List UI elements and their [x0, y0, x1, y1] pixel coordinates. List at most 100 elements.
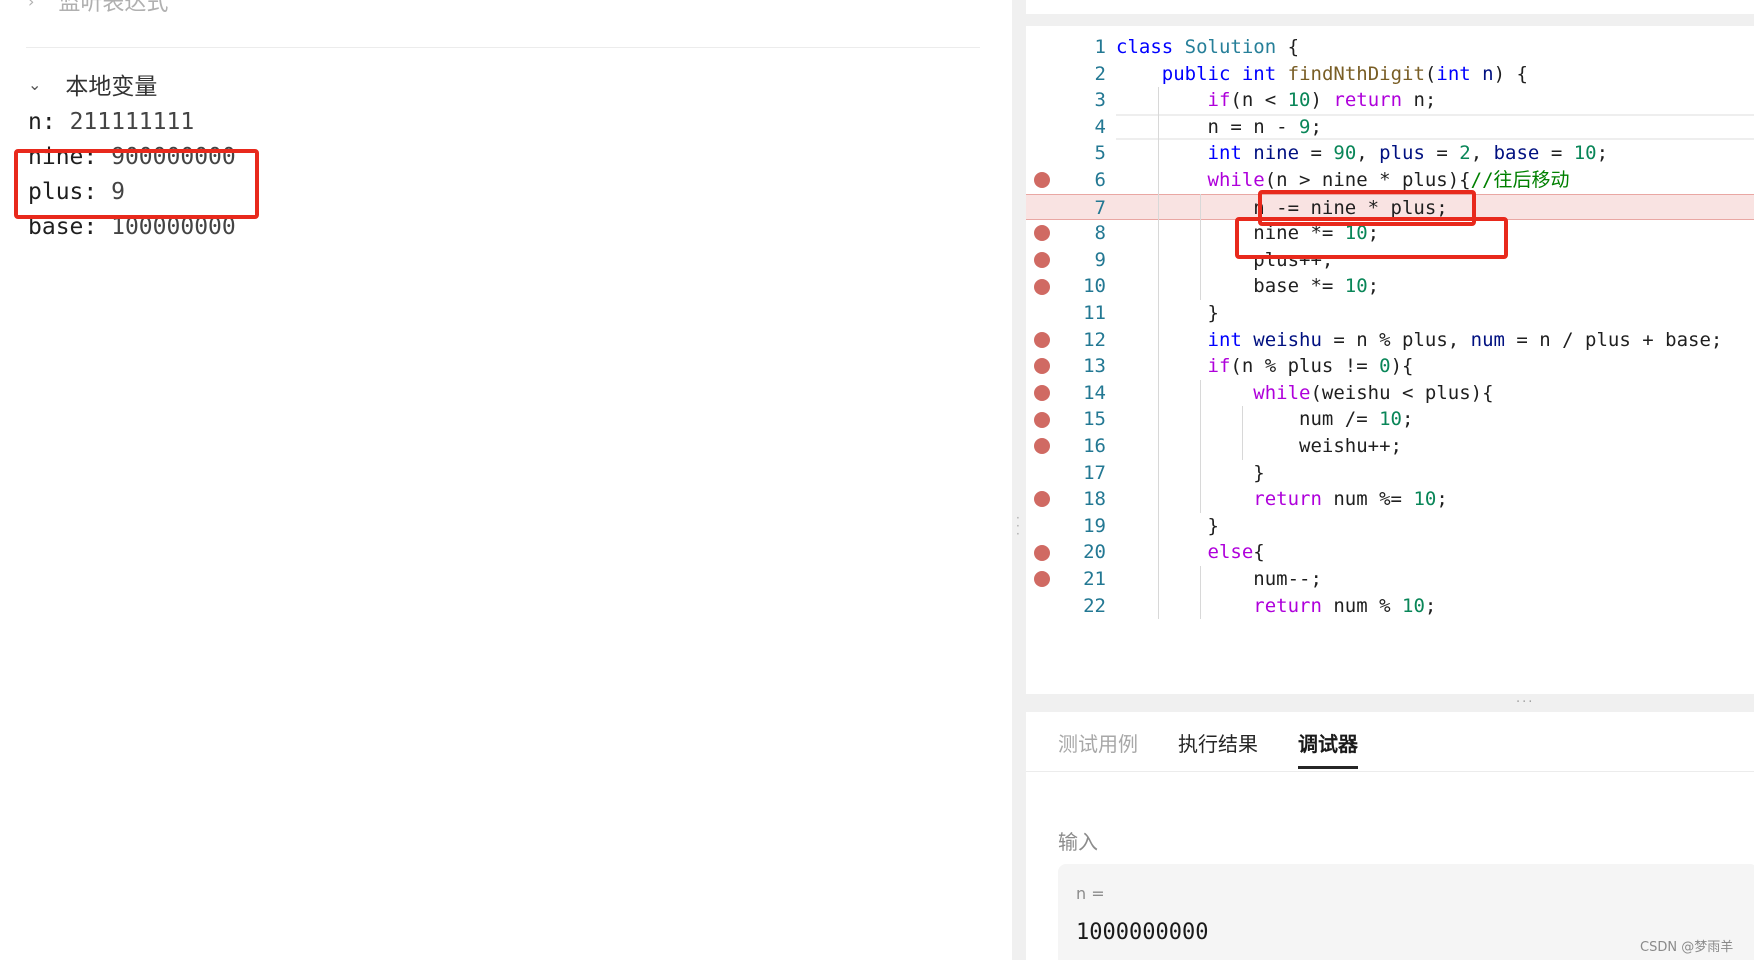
breakpoint-icon[interactable] [1034, 544, 1050, 561]
code-line[interactable]: 15 num /= 10; [1026, 406, 1754, 433]
code-line[interactable]: 11 } [1026, 300, 1754, 327]
code-token: num--; [1116, 568, 1322, 590]
code-token: ) { [1493, 62, 1528, 85]
code-line[interactable]: 10 base *= 10; [1026, 273, 1754, 300]
tab-debugger[interactable]: 调试器 [1298, 728, 1358, 769]
code-token: n [1482, 62, 1494, 85]
code-line[interactable]: 4 n = n - 9; [1026, 113, 1754, 141]
tab-test-cases[interactable]: 测试用例 [1058, 728, 1138, 762]
code-token: ; [1596, 142, 1609, 165]
code-token: while [1253, 381, 1311, 404]
code-line[interactable]: 21 num--; [1026, 566, 1754, 593]
indent-guide [1242, 406, 1243, 460]
line-number: 6 [1094, 169, 1106, 191]
code-token: ; [1367, 275, 1380, 298]
variable-row-n[interactable]: n: 211111111 [28, 105, 194, 139]
code-token: 10 [1379, 408, 1402, 431]
code-text: return num %= 10; [1116, 486, 1448, 513]
code-token: findNthDigit [1287, 62, 1425, 85]
code-line[interactable]: 22 return num % 10; [1026, 593, 1754, 620]
line-number: 15 [1083, 408, 1106, 431]
breakpoint-icon[interactable] [1034, 225, 1050, 242]
breakpoint-icon[interactable] [1034, 571, 1050, 588]
bottom-panel: 测试用例 执行结果 调试器 输入 n = 1000000000 [1026, 712, 1754, 960]
code-line[interactable]: 1 class Solution { [1026, 34, 1754, 61]
pane-splitter[interactable]: · · · [1012, 0, 1026, 960]
code-line[interactable]: 13 if(n % plus != 0){ [1026, 353, 1754, 380]
breakpoint-icon[interactable] [1034, 172, 1050, 189]
breakpoint-icon[interactable] [1034, 278, 1050, 295]
breakpoint-icon[interactable] [1034, 252, 1050, 269]
code-line[interactable]: 20 else{ [1026, 539, 1754, 566]
code-token: 10 [1287, 89, 1311, 112]
code-token: { [1276, 36, 1300, 58]
line-number: 21 [1083, 568, 1106, 590]
code-token: class [1116, 36, 1174, 58]
code-token: (n > nine * plus){ [1264, 169, 1471, 191]
code-token: int [1436, 62, 1471, 85]
code-text: if(n % plus != 0){ [1116, 353, 1414, 380]
code-text: num--; [1116, 566, 1322, 593]
code-text: int weishu = n % plus, num = n / plus + … [1116, 327, 1723, 354]
code-line[interactable]: 3 if(n < 10) return n; [1026, 87, 1754, 114]
code-token: (n < [1230, 89, 1288, 112]
code-token: num %= [1321, 488, 1414, 511]
code-editor[interactable]: 1 class Solution {2 public int findNthDig… [1026, 26, 1754, 694]
code-token: (n % plus != [1230, 355, 1380, 378]
code-line[interactable]: 14 while(weishu < plus){ [1026, 380, 1754, 407]
code-text: } [1116, 460, 1264, 487]
code-token: 2 [1459, 142, 1471, 165]
local-variables-section[interactable]: ⌄ 本地变量 [28, 68, 157, 100]
variable-name: n: [28, 109, 56, 135]
input-title: 输入 [1058, 830, 1098, 854]
code-token: ; [1436, 488, 1448, 511]
code-line[interactable]: 12 int weishu = n % plus, num = n / plus… [1026, 327, 1754, 354]
watch-expressions-label: 监听表达式 [58, 0, 169, 16]
code-line[interactable]: 17 } [1026, 460, 1754, 487]
code-token: n = n - [1116, 115, 1300, 138]
input-param-value: 1000000000 [1076, 920, 1209, 945]
code-token: (weishu < plus){ [1310, 381, 1494, 404]
code-line[interactable]: 18 return num %= 10; [1026, 486, 1754, 513]
line-number: 4 [1094, 115, 1106, 138]
section-divider [26, 47, 980, 48]
code-text: num /= 10; [1116, 406, 1413, 433]
breakpoint-icon[interactable] [1034, 411, 1050, 428]
annotation-box-current-line [1235, 217, 1508, 259]
line-number: 22 [1083, 594, 1106, 617]
code-line[interactable]: 2 public int findNthDigit(int n) { [1026, 61, 1754, 88]
code-token: num % [1321, 594, 1402, 617]
breakpoint-icon[interactable] [1034, 331, 1050, 348]
code-text: class Solution { [1116, 34, 1299, 61]
line-number: 12 [1083, 328, 1106, 351]
line-number: 17 [1083, 461, 1106, 484]
watch-expressions-section[interactable]: › 监听表达式 [28, 0, 169, 16]
code-token: ; [1310, 115, 1322, 138]
code-text: public int findNthDigit(int n) { [1116, 61, 1528, 88]
code-token: , [1470, 142, 1494, 165]
code-token: 9 [1299, 115, 1311, 138]
breakpoint-icon[interactable] [1034, 358, 1050, 375]
code-token: nine [1253, 142, 1300, 165]
code-line[interactable]: 16 weishu++; [1026, 433, 1754, 460]
code-line[interactable]: 5 int nine = 90, plus = 2, base = 10; [1026, 140, 1754, 167]
code-token: plus [1379, 142, 1425, 165]
code-token: = [1424, 142, 1460, 165]
panel-resize-handle[interactable]: ··· [1516, 695, 1534, 710]
line-number: 2 [1094, 62, 1106, 85]
breakpoint-icon[interactable] [1034, 491, 1050, 508]
annotation-box-variables [14, 149, 259, 219]
code-text: n = n - 9; [1116, 114, 1322, 141]
code-line[interactable]: 19 } [1026, 513, 1754, 540]
code-token: n; [1402, 89, 1437, 112]
code-token: if [1207, 355, 1231, 378]
breakpoint-icon[interactable] [1034, 385, 1050, 402]
line-number: 3 [1094, 89, 1106, 112]
breakpoint-icon[interactable] [1034, 438, 1050, 455]
tab-run-results[interactable]: 执行结果 [1178, 728, 1258, 762]
